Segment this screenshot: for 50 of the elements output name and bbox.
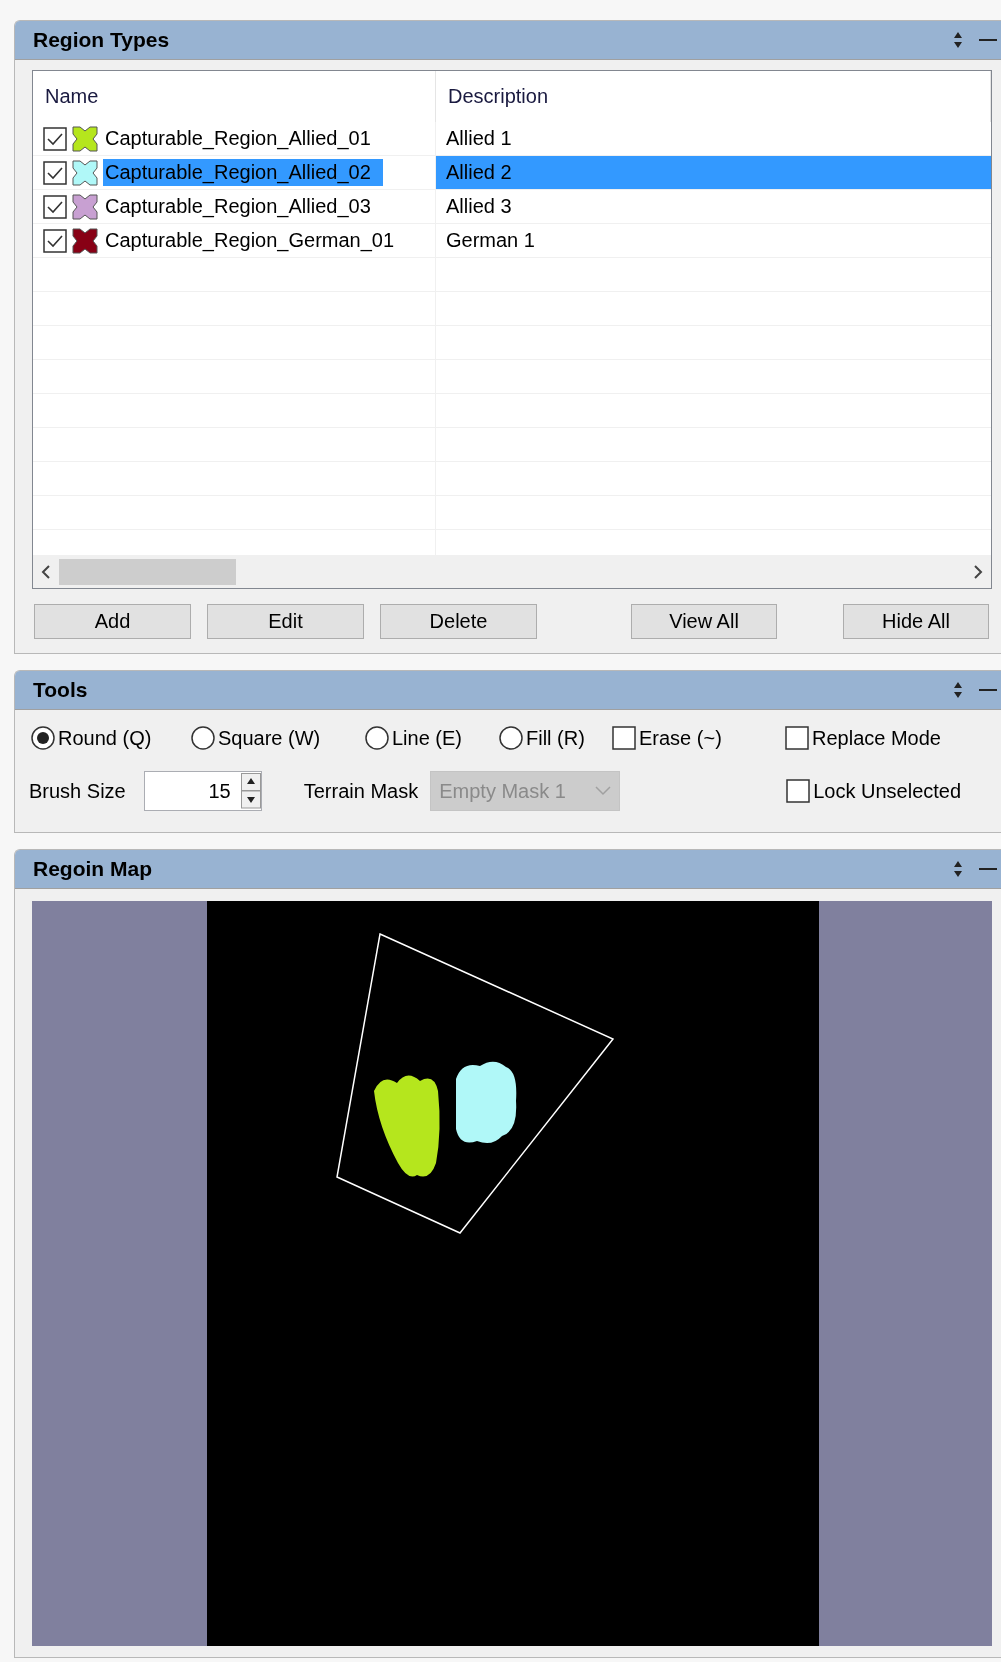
radio-button[interactable] xyxy=(499,726,523,750)
radio-label[interactable]: Fill (R) xyxy=(526,726,585,750)
radio-label[interactable]: Line (E) xyxy=(392,726,463,750)
scroll-left-icon[interactable] xyxy=(41,563,51,580)
region-description[interactable]: Allied 1 xyxy=(436,122,991,155)
region-name[interactable]: Capturable_Region_Allied_03 xyxy=(103,193,383,220)
column-header[interactable]: Description xyxy=(436,71,991,122)
action-button[interactable]: Add xyxy=(34,604,191,639)
radio-button[interactable] xyxy=(365,726,389,750)
spinner-arrows-icon[interactable] xyxy=(240,773,261,809)
horizontal-scrollbar[interactable] xyxy=(33,555,991,588)
checkbox-label[interactable]: Replace Mode xyxy=(812,726,941,750)
float-icon[interactable] xyxy=(953,31,963,49)
checkbox[interactable] xyxy=(785,726,809,750)
radio-label[interactable]: Round (Q) xyxy=(58,726,152,750)
action-button[interactable]: View All xyxy=(631,604,777,639)
checkbox[interactable] xyxy=(43,194,67,219)
region-description[interactable]: German 1 xyxy=(436,224,991,257)
region-description[interactable]: Allied 3 xyxy=(436,190,991,223)
action-button[interactable]: Hide All xyxy=(843,604,989,639)
radio-button[interactable] xyxy=(31,726,55,750)
scrollbar-thumb[interactable] xyxy=(59,558,236,585)
radio-label[interactable]: Square (W) xyxy=(218,726,321,750)
action-button[interactable]: Delete xyxy=(380,604,537,639)
panel-title: Regoin Map xyxy=(33,857,153,881)
panel-title: Tools xyxy=(33,678,89,702)
float-icon[interactable] xyxy=(953,860,963,878)
field-label: Terrain Mask xyxy=(303,779,419,803)
float-icon[interactable] xyxy=(953,681,963,699)
checkbox[interactable] xyxy=(612,726,636,750)
checkbox[interactable] xyxy=(786,779,811,803)
region-description[interactable]: Allied 2 xyxy=(436,156,991,189)
radio-button[interactable] xyxy=(191,726,215,750)
minimize-icon[interactable] xyxy=(979,688,997,692)
checkbox[interactable] xyxy=(43,126,67,151)
panel-title: Region Types xyxy=(33,28,171,52)
checkbox[interactable] xyxy=(43,228,67,253)
checkbox-label[interactable]: Erase (~) xyxy=(639,726,722,750)
field-label: Brush Size xyxy=(29,779,126,803)
action-button[interactable]: Edit xyxy=(207,604,364,639)
brush-size-spinbox[interactable]: 15 xyxy=(143,771,262,811)
region-name[interactable]: Capturable_Region_Allied_01 xyxy=(103,125,383,152)
checkbox-label[interactable]: Lock Unselected xyxy=(813,779,962,803)
region-name[interactable]: Capturable_Region_Allied_02 xyxy=(103,159,383,186)
minimize-icon[interactable] xyxy=(979,38,997,42)
region-name[interactable]: Capturable_Region_German_01 xyxy=(103,227,407,254)
column-header[interactable]: Name xyxy=(33,71,436,122)
scroll-right-icon[interactable] xyxy=(973,563,983,580)
checkbox[interactable] xyxy=(43,160,67,185)
minimize-icon[interactable] xyxy=(979,867,997,871)
